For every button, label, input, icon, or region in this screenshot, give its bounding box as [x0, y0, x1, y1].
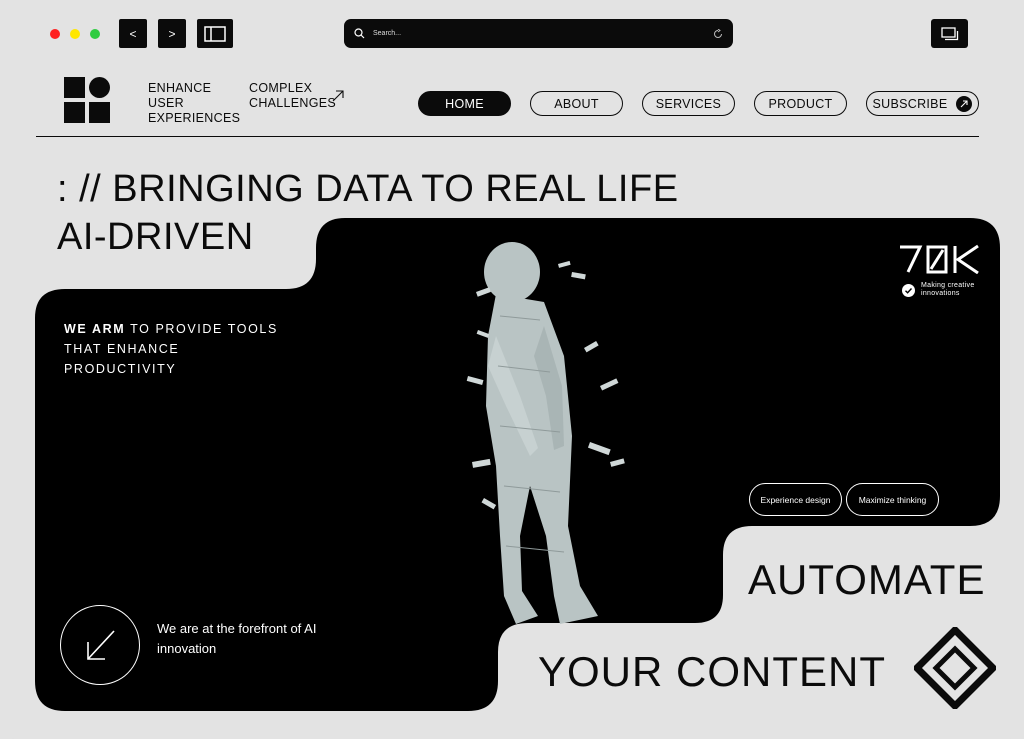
automate-heading: AUTOMATE — [748, 556, 986, 603]
chip-maximize-thinking[interactable]: Maximize thinking — [846, 483, 939, 516]
check-circle-icon — [902, 283, 915, 297]
diamond-logo-icon — [914, 627, 996, 709]
paper-figure-illustration — [466, 242, 625, 624]
your-content-heading: YOUR CONTENT — [538, 648, 886, 695]
browser-window: < > Search... ENHANCE USER EXPERIENCES C… — [0, 0, 1024, 739]
scroll-down-button[interactable] — [60, 605, 140, 685]
forefront-text: We are at the forefront of AI innovation — [157, 621, 317, 656]
brand-logo-70k — [900, 244, 979, 274]
brand-tagline-text: Making creative innovations — [921, 282, 975, 297]
brand-tagline: Making creative innovations — [902, 282, 991, 298]
arrow-down-left-icon — [87, 630, 115, 660]
chip-experience-design[interactable]: Experience design — [749, 483, 842, 516]
hero-intro-text: WE ARM TO PROVIDE TOOLS THAT ENHANCE PRO… — [64, 319, 294, 379]
intro-bold: WE ARM — [64, 322, 126, 336]
